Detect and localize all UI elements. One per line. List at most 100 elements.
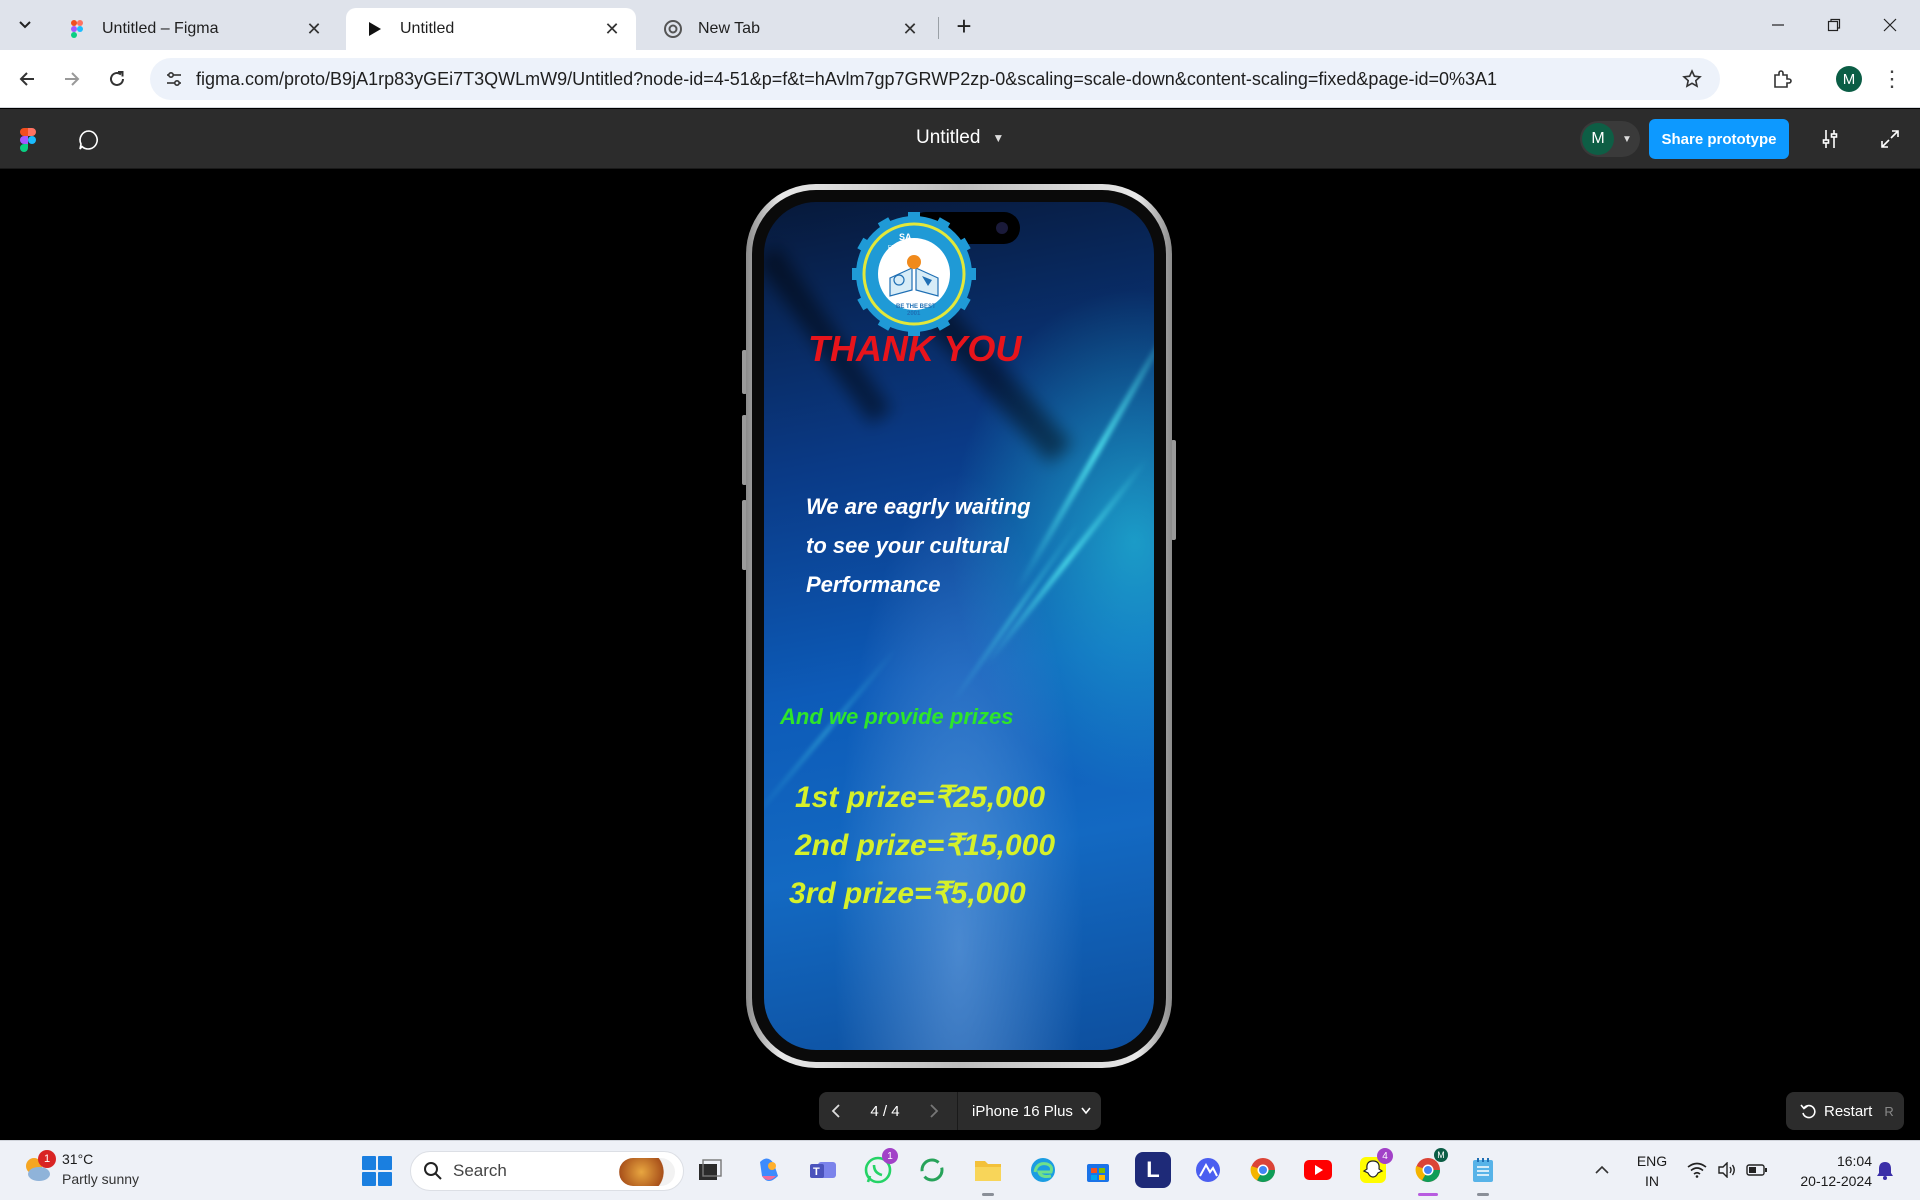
chevron-left-icon	[831, 1104, 840, 1118]
start-button[interactable]	[362, 1156, 392, 1186]
profile-avatar[interactable]: M	[1836, 66, 1862, 92]
notepad-app[interactable]	[1465, 1152, 1501, 1196]
extensions-button[interactable]	[1765, 62, 1799, 96]
language-code: ENG	[1636, 1153, 1668, 1169]
store-app[interactable]	[1080, 1152, 1116, 1188]
notepad-icon	[1473, 1158, 1493, 1182]
close-window-button[interactable]	[1870, 8, 1910, 42]
youtube-app[interactable]	[1300, 1152, 1336, 1188]
teams-app[interactable]: T	[805, 1152, 841, 1188]
chevron-down-icon	[1081, 1107, 1091, 1115]
light-beam	[984, 458, 1149, 666]
waiting-text-line: We are eagrly waiting	[806, 494, 1031, 519]
fullscreen-button[interactable]	[1875, 124, 1905, 154]
reload-icon	[110, 71, 124, 86]
restore-button[interactable]	[1814, 8, 1854, 42]
letter-l-app[interactable]: L	[1135, 1152, 1171, 1188]
user-menu[interactable]: M ▼	[1580, 121, 1640, 157]
next-frame-button[interactable]	[917, 1092, 951, 1130]
edge-icon	[1031, 1158, 1055, 1182]
file-title-menu[interactable]: Untitled ▼	[916, 127, 1004, 149]
feather-app[interactable]	[1190, 1152, 1226, 1188]
chevron-right-icon	[930, 1104, 939, 1118]
tab-separator	[938, 17, 939, 39]
thank-you-heading: THANK YOU	[808, 328, 1022, 369]
windows-taskbar: 1 31°C Partly sunny Search T 1 L 4 M ENG…	[0, 1140, 1920, 1200]
store-icon	[1087, 1164, 1109, 1182]
previous-frame-button[interactable]	[819, 1092, 853, 1130]
volume-icon[interactable]	[1716, 1159, 1738, 1181]
new-tab-button[interactable]: +	[948, 10, 980, 42]
forward-button[interactable]	[55, 62, 89, 96]
url-text: figma.com/proto/B9jA1rp83yGEi7T3QWLmW9/U…	[196, 69, 1498, 89]
page-indicator: 4 / 4	[870, 1102, 900, 1120]
restart-button[interactable]: Restart R	[1786, 1092, 1904, 1130]
weather-widget[interactable]: 1 31°C Partly sunny	[22, 1149, 139, 1189]
figma-icon	[68, 20, 86, 38]
reload-button[interactable]	[100, 62, 134, 96]
language-indicator[interactable]: ENG IN	[1632, 1151, 1672, 1191]
file-explorer-app[interactable]	[970, 1152, 1006, 1196]
tab-figma-file[interactable]: Untitled – Figma ✕	[48, 8, 338, 50]
tab-search-button[interactable]	[10, 10, 40, 40]
prototype-screen[interactable]: SA ENGINEE BE THE BEST 2001 THANK YOU We…	[764, 202, 1154, 1050]
whatsapp-badge: 1	[882, 1148, 898, 1164]
whatsapp-app[interactable]: 1	[860, 1148, 898, 1188]
comment-button[interactable]	[74, 125, 104, 155]
search-highlight-image	[619, 1158, 675, 1186]
snapchat-badge: 4	[1377, 1148, 1393, 1164]
snapchat-app[interactable]: 4	[1355, 1148, 1393, 1188]
sliders-icon	[1822, 130, 1838, 148]
figma-logo-icon[interactable]	[20, 128, 40, 152]
search-icon	[424, 1162, 442, 1180]
sync-app[interactable]	[914, 1152, 950, 1188]
restart-shortcut: R	[1884, 1103, 1894, 1119]
browser-toolbar: figma.com/proto/B9jA1rp83yGEi7T3QWLmW9/U…	[0, 50, 1920, 108]
iphone-frame: SA ENGINEE BE THE BEST 2001 THANK YOU We…	[746, 184, 1172, 1068]
weather-condition: Partly sunny	[62, 1171, 140, 1187]
tab-prototype[interactable]: Untitled ✕	[346, 8, 636, 50]
restart-label: Restart	[1824, 1102, 1873, 1120]
wifi-icon[interactable]	[1686, 1159, 1708, 1181]
tab-new-tab[interactable]: New Tab ✕	[644, 8, 934, 50]
notification-bell-icon[interactable]	[1874, 1159, 1896, 1181]
task-view-app[interactable]	[692, 1152, 728, 1188]
puzzle-icon	[1774, 70, 1792, 88]
close-icon[interactable]: ✕	[600, 17, 624, 41]
chevron-down-icon	[19, 21, 31, 29]
battery-icon[interactable]	[1746, 1159, 1768, 1181]
system-clock[interactable]: 16:04 20-12-2024	[1782, 1151, 1872, 1191]
bookmark-star-icon[interactable]	[1680, 67, 1704, 91]
minimize-button[interactable]	[1758, 8, 1798, 42]
avatar: M	[1582, 123, 1614, 155]
search-placeholder: Search	[453, 1161, 507, 1180]
device-selector[interactable]: iPhone 16 Plus	[958, 1103, 1091, 1120]
prizes-intro-text: And we provide prizes	[780, 704, 1014, 729]
chevron-up-icon[interactable]	[1592, 1159, 1612, 1181]
site-info-icon[interactable]	[162, 67, 186, 91]
back-button[interactable]	[10, 62, 44, 96]
copilot-app[interactable]	[750, 1152, 786, 1188]
chrome-profile-app[interactable]: M	[1410, 1148, 1448, 1196]
address-bar[interactable]: figma.com/proto/B9jA1rp83yGEi7T3QWLmW9/U…	[150, 58, 1720, 100]
prototype-canvas: SA ENGINEE BE THE BEST 2001 THANK YOU We…	[0, 170, 1920, 1140]
taskbar-search[interactable]: Search	[410, 1151, 684, 1191]
second-prize-text: 2nd prize=₹15,000	[795, 829, 1056, 862]
tab-title: Untitled	[400, 20, 455, 37]
circular-arrows-icon	[920, 1158, 944, 1182]
settings-button[interactable]	[1815, 124, 1845, 154]
logo-text: SA	[899, 232, 912, 242]
device-name: iPhone 16 Plus	[972, 1102, 1073, 1120]
edge-app[interactable]	[1025, 1152, 1061, 1188]
arrow-left-icon	[19, 72, 34, 86]
tab-strip: Untitled – Figma ✕ Untitled ✕ New Tab ✕ …	[0, 0, 1920, 50]
share-prototype-button[interactable]: Share prototype	[1649, 119, 1789, 159]
play-icon	[366, 20, 384, 38]
chrome-app[interactable]	[1245, 1152, 1281, 1188]
close-icon[interactable]: ✕	[898, 17, 922, 41]
prototype-navigation: 4 / 4 iPhone 16 Plus	[819, 1092, 1101, 1130]
chevron-down-icon: ▼	[1622, 133, 1632, 145]
more-menu-icon[interactable]: ⋮	[1880, 62, 1904, 96]
light-beam	[1014, 311, 1154, 593]
close-icon[interactable]: ✕	[302, 17, 326, 41]
